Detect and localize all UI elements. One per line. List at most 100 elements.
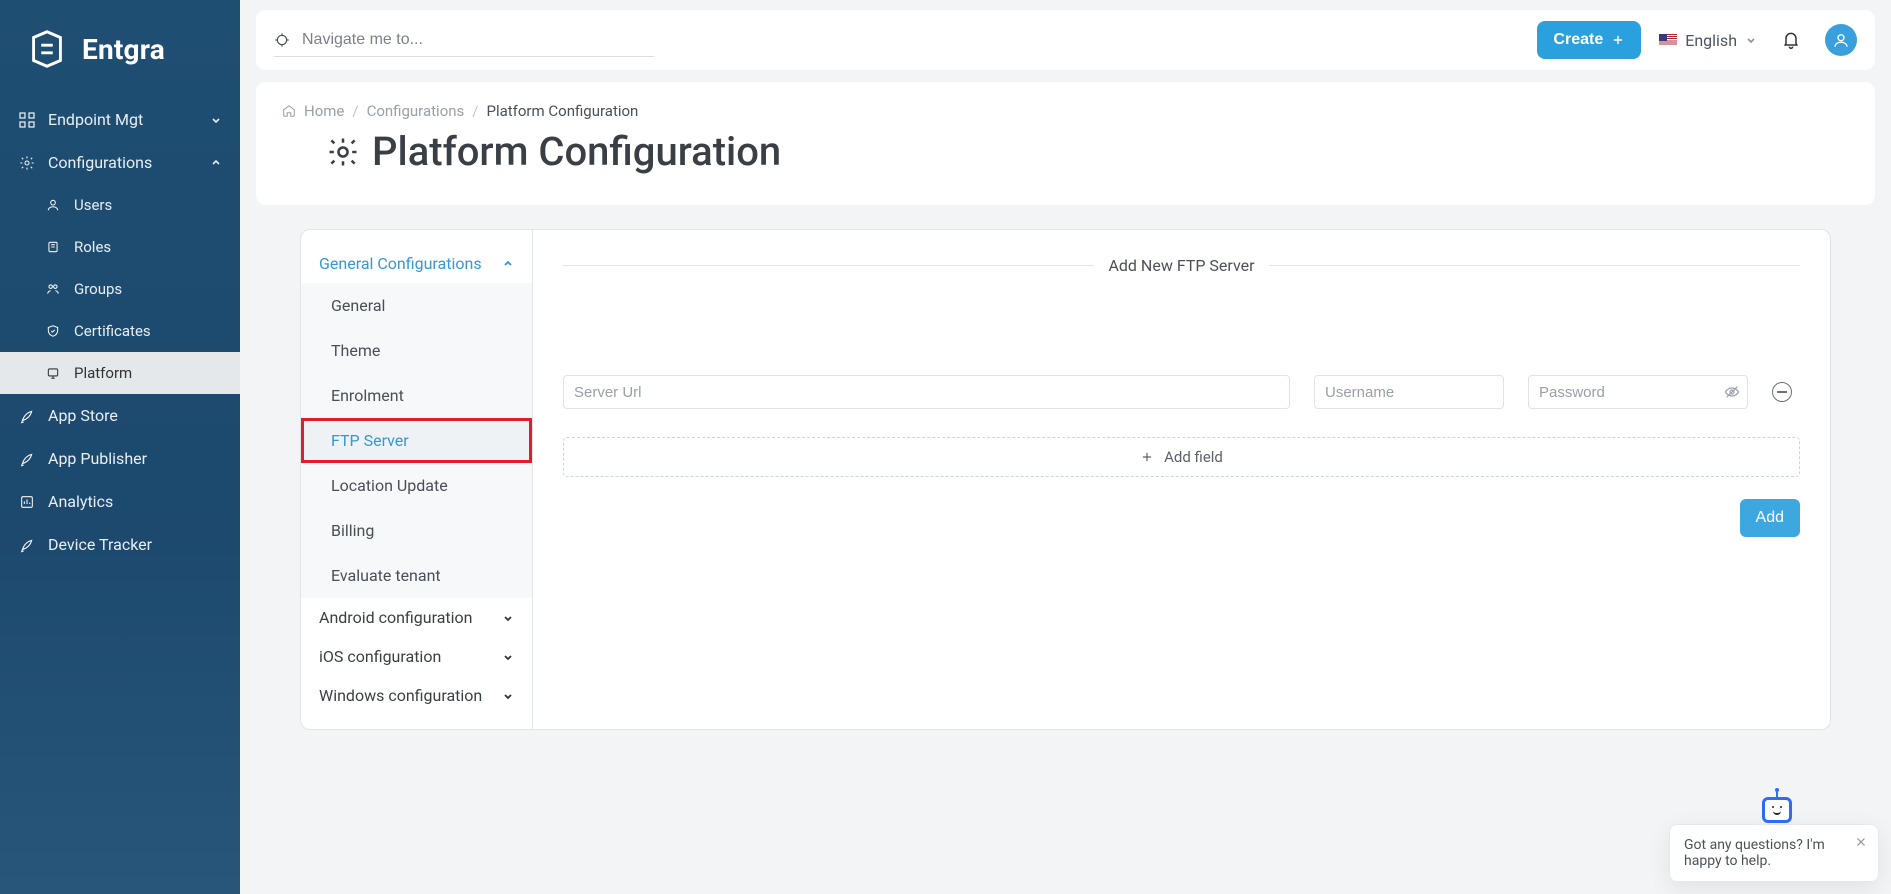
sidebar-item-endpoint-mgt[interactable]: Endpoint Mgt	[0, 98, 240, 141]
sidebar-item-label: Endpoint Mgt	[48, 110, 198, 129]
chevron-down-icon	[502, 612, 514, 624]
username-field[interactable]	[1314, 375, 1504, 409]
server-url-field[interactable]	[563, 375, 1290, 409]
config-item-billing[interactable]: Billing	[301, 508, 532, 553]
breadcrumb-configurations[interactable]: Configurations	[367, 102, 465, 120]
config-section-label: iOS configuration	[319, 647, 441, 666]
rocket-icon	[18, 407, 36, 425]
home-icon	[282, 104, 296, 118]
config-item-location-update[interactable]: Location Update	[301, 463, 532, 508]
config-section-general[interactable]: General Configurations	[301, 244, 532, 283]
sidebar-item-label: Platform	[74, 364, 132, 382]
sidebar-item-device-tracker[interactable]: Device Tracker	[0, 523, 240, 566]
sidebar-item-groups[interactable]: Groups	[0, 268, 240, 310]
breadcrumb-separator: /	[472, 102, 478, 120]
add-field-button[interactable]: Add field	[563, 437, 1800, 477]
chevron-up-icon	[210, 157, 222, 169]
brand-name: Entgra	[82, 33, 165, 66]
add-field-label: Add field	[1164, 448, 1223, 466]
create-button[interactable]: Create	[1537, 21, 1641, 59]
config-section-label: Windows configuration	[319, 686, 482, 705]
page-title-text: Platform Configuration	[372, 128, 781, 175]
config-item-evaluate-tenant[interactable]: Evaluate tenant	[301, 553, 532, 598]
config-panel: General Configurations General Theme Enr…	[300, 229, 1831, 730]
navigate-search[interactable]	[274, 24, 654, 57]
groups-icon	[44, 280, 62, 298]
sidebar-item-roles[interactable]: Roles	[0, 226, 240, 268]
config-section-general-items: General Theme Enrolment FTP Server Locat…	[301, 283, 532, 598]
sidebar-item-label: Groups	[74, 280, 122, 298]
breadcrumb-home[interactable]: Home	[304, 102, 344, 120]
roles-icon	[44, 238, 62, 256]
sidebar-item-label: App Publisher	[48, 449, 222, 468]
config-item-ftp-server[interactable]: FTP Server	[301, 418, 532, 463]
platform-icon	[44, 364, 62, 382]
sidebar-item-label: Configurations	[48, 153, 198, 172]
topbar: Create English	[256, 10, 1875, 70]
brand-logo-icon	[24, 26, 70, 72]
target-icon	[274, 32, 290, 48]
sidebar-item-label: Roles	[74, 238, 111, 256]
chevron-down-icon	[502, 690, 514, 702]
chevron-down-icon	[1745, 34, 1757, 46]
analytics-icon	[18, 493, 36, 511]
password-wrap	[1528, 375, 1748, 409]
sidebar-item-platform[interactable]: Platform	[0, 352, 240, 394]
ftp-form: Add New FTP Server Add field	[533, 230, 1830, 729]
add-button[interactable]: Add	[1740, 499, 1800, 537]
config-item-general[interactable]: General	[301, 283, 532, 328]
sidebar-item-users[interactable]: Users	[0, 184, 240, 226]
page-header-card: Home / Configurations / Platform Configu…	[256, 82, 1875, 205]
avatar-button[interactable]	[1825, 24, 1857, 56]
sidebar-item-certificates[interactable]: Certificates	[0, 310, 240, 352]
sidebar-item-label: Users	[74, 196, 112, 214]
notifications-button[interactable]	[1775, 24, 1807, 56]
config-section-label: Android configuration	[319, 608, 472, 627]
sidebar-item-analytics[interactable]: Analytics	[0, 480, 240, 523]
page-title: Platform Configuration	[326, 128, 1849, 175]
sidebar-item-label: Certificates	[74, 322, 151, 340]
close-icon[interactable]	[1852, 833, 1870, 851]
config-section-android[interactable]: Android configuration	[301, 598, 532, 637]
language-label: English	[1685, 31, 1737, 50]
sidebar-item-configurations[interactable]: Configurations	[0, 141, 240, 184]
ftp-section-heading-text: Add New FTP Server	[1108, 256, 1254, 275]
brand: Entgra	[0, 0, 240, 98]
chat-bot-icon[interactable]	[1762, 797, 1792, 823]
chevron-down-icon	[210, 114, 222, 126]
gear-icon	[18, 154, 36, 172]
sidebar: Entgra Endpoint Mgt Configurations U	[0, 0, 240, 894]
password-field[interactable]	[1528, 375, 1748, 409]
remove-row-button[interactable]	[1772, 382, 1792, 402]
sidebar-item-app-store[interactable]: App Store	[0, 394, 240, 437]
main: Create English Home / Configurations	[240, 0, 1891, 894]
config-item-theme[interactable]: Theme	[301, 328, 532, 373]
plus-icon	[1140, 450, 1154, 464]
sidebar-item-label: App Store	[48, 406, 222, 425]
shield-icon	[44, 322, 62, 340]
ftp-section-heading: Add New FTP Server	[563, 256, 1800, 275]
breadcrumb-separator: /	[352, 102, 358, 120]
rocket-icon	[18, 536, 36, 554]
config-section-ios[interactable]: iOS configuration	[301, 637, 532, 676]
us-flag-icon	[1659, 34, 1677, 46]
breadcrumb: Home / Configurations / Platform Configu…	[282, 102, 1849, 120]
chevron-up-icon	[502, 258, 514, 270]
sidebar-item-app-publisher[interactable]: App Publisher	[0, 437, 240, 480]
language-select[interactable]: English	[1659, 31, 1757, 50]
gear-icon	[326, 135, 360, 169]
ftp-row	[563, 375, 1800, 409]
sidebar-item-label: Analytics	[48, 492, 222, 511]
chevron-down-icon	[502, 651, 514, 663]
plus-icon	[1611, 33, 1625, 47]
breadcrumb-current: Platform Configuration	[486, 102, 638, 120]
config-section-windows[interactable]: Windows configuration	[301, 676, 532, 715]
sidebar-nav: Endpoint Mgt Configurations Users Rol	[0, 98, 240, 894]
config-item-enrolment[interactable]: Enrolment	[301, 373, 532, 418]
sidebar-item-label: Device Tracker	[48, 535, 222, 554]
navigate-input[interactable]	[300, 30, 654, 50]
config-section-label: General Configurations	[319, 254, 482, 273]
create-button-label: Create	[1553, 31, 1603, 49]
rocket-icon	[18, 450, 36, 468]
eye-off-icon[interactable]	[1724, 384, 1740, 400]
